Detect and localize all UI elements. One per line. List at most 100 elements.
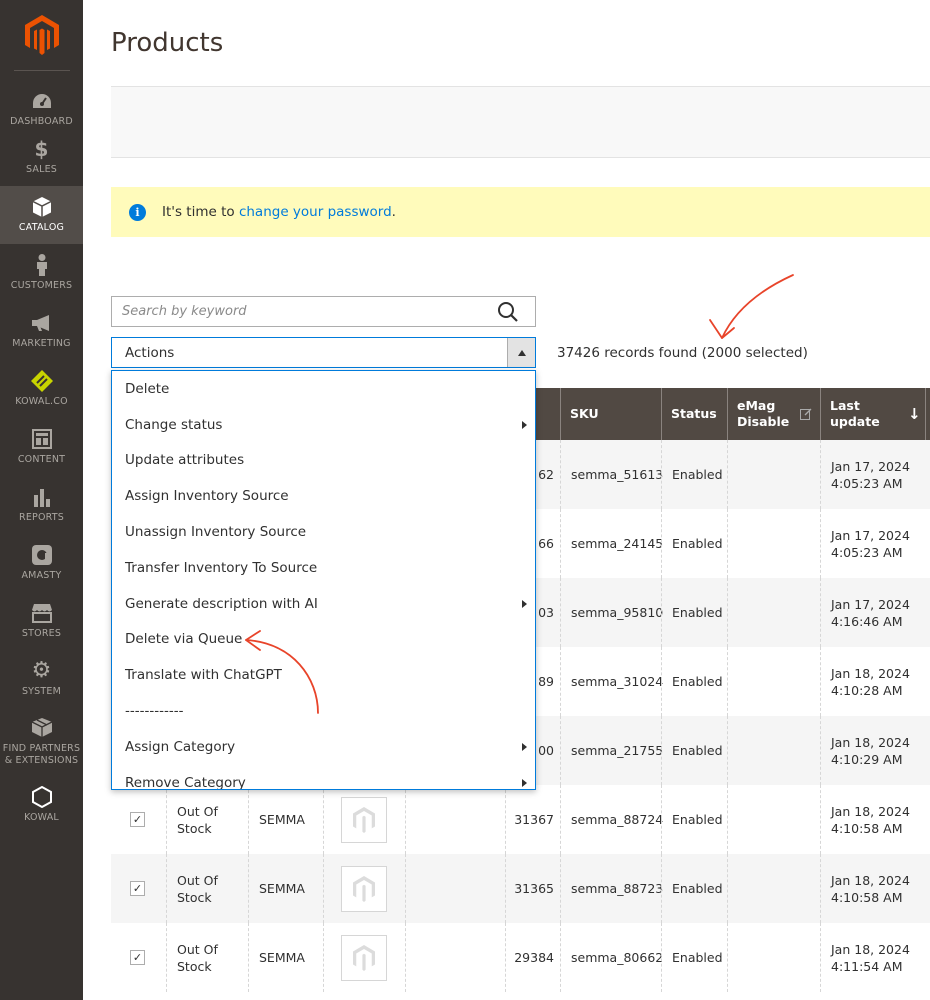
menu-item-assign-category[interactable]: Assign Category — [112, 729, 535, 765]
cell-time: 4:11:54 AM — [831, 958, 903, 974]
table-row[interactable]: ✓ Out Of Stock SEMMA 29384 semma_80662 E… — [111, 923, 930, 992]
sidebar-item-catalog[interactable]: CATALOG — [0, 186, 83, 244]
cell-stock: Out Of Stock — [166, 923, 248, 992]
sidebar-item-reports[interactable]: REPORTS — [0, 476, 83, 534]
cell-last-update: Jan 18, 2024 4:10:58 AM — [820, 785, 930, 854]
cell-select: ✓ — [111, 854, 166, 923]
cell-select: ✓ — [111, 785, 166, 854]
menu-item-translate-chatgpt[interactable]: Translate with ChatGPT — [112, 657, 535, 693]
cell-last-update: Jan 18, 2024 4:10:29 AM — [820, 716, 930, 785]
keyword-search — [111, 296, 536, 327]
menu-item-delete[interactable]: Delete — [112, 371, 535, 407]
boxes-icon — [31, 717, 53, 739]
cell-status: Enabled — [661, 578, 727, 647]
sort-desc-icon: ↓ — [908, 405, 921, 423]
sidebar-item-find-partners[interactable]: FIND PARTNERS & EXTENSIONS — [0, 707, 83, 773]
cell-date: Jan 18, 2024 — [831, 872, 910, 888]
search-button[interactable] — [497, 301, 519, 323]
info-icon: i — [129, 203, 146, 221]
sidebar-item-amasty[interactable]: AMASTY — [0, 534, 83, 592]
menu-item-change-status[interactable]: Change status — [112, 407, 535, 443]
cell-status: Enabled — [661, 785, 727, 854]
sidebar-item-content[interactable]: CONTENT — [0, 418, 83, 476]
sidebar-item-system[interactable]: ⚙ SYSTEM — [0, 650, 83, 708]
caret-up-icon — [517, 349, 526, 356]
product-thumbnail[interactable] — [341, 796, 387, 843]
page-title: Products — [111, 28, 224, 58]
edit-icon[interactable] — [800, 408, 812, 420]
sidebar-item-label: KOWAL.CO — [15, 396, 68, 407]
menu-item-generate-description-ai[interactable]: Generate description with AI — [112, 586, 535, 622]
product-thumbnail[interactable] — [341, 865, 387, 912]
cell-time: 4:10:58 AM — [831, 889, 903, 905]
sidebar-item-label: DASHBOARD — [10, 116, 73, 127]
cell-sku: semma_88723 — [560, 854, 663, 923]
notice-text: It's time to — [162, 204, 239, 220]
cell-sku: semma_51613 — [560, 440, 663, 509]
cell-last-update: Jan 18, 2024 4:10:58 AM — [820, 854, 930, 923]
cell-last-update: Jan 18, 2024 4:10:28 AM — [820, 647, 930, 716]
actions-select[interactable]: Actions — [111, 337, 536, 368]
col-emag-disable[interactable]: eMag Disable — [727, 388, 820, 440]
diamond-icon — [30, 370, 53, 392]
sidebar-item-label: KOWAL — [24, 812, 59, 823]
placeholder-image-icon — [353, 875, 375, 902]
menu-item-remove-category[interactable]: Remove Category — [112, 765, 535, 789]
sidebar-item-stores[interactable]: STORES — [0, 592, 83, 650]
cell-stock: Out Of Stock — [166, 854, 248, 923]
cell-emag — [727, 578, 820, 647]
cell-time: 4:10:29 AM — [831, 751, 903, 767]
megaphone-icon — [31, 312, 53, 334]
menu-item-unassign-inventory-source[interactable]: Unassign Inventory Source — [112, 514, 535, 550]
cube-icon — [32, 196, 51, 218]
change-password-link[interactable]: change your password — [239, 204, 392, 220]
menu-item-update-attributes[interactable]: Update attributes — [112, 443, 535, 479]
cell-emag — [727, 785, 820, 854]
magento-logo-icon — [24, 15, 59, 55]
col-last-update-label: Last update — [830, 398, 880, 429]
cell-date: Jan 18, 2024 — [831, 734, 910, 750]
cell-last-update: Jan 17, 2024 4:05:23 AM — [820, 440, 930, 509]
cell-emag — [727, 440, 820, 509]
col-sku[interactable]: SKU — [560, 388, 661, 440]
table-row[interactable]: ✓ Out Of Stock SEMMA 31365 semma_88723 E… — [111, 854, 930, 923]
menu-item-delete-via-queue[interactable]: Delete via Queue — [112, 622, 535, 658]
menu-item-label: Transfer Inventory To Source — [125, 559, 318, 576]
col-last-update[interactable]: Last update ↓ — [820, 388, 925, 440]
search-input[interactable] — [112, 297, 482, 326]
cell-name — [405, 785, 505, 854]
cell-emag — [727, 923, 820, 992]
table-row[interactable]: ✓ Out Of Stock SEMMA 31367 semma_88724 E… — [111, 785, 930, 854]
sidebar-item-kowal[interactable]: KOWAL — [0, 776, 83, 834]
cell-status: Enabled — [661, 854, 727, 923]
cell-sku: semma_21755 — [560, 716, 663, 785]
cell-date: Jan 17, 2024 — [831, 527, 910, 543]
cell-thumbnail — [323, 785, 405, 854]
cell-brand: SEMMA — [248, 854, 323, 923]
placeholder-image-icon — [353, 944, 375, 971]
sidebar-item-label: CONTENT — [17, 454, 66, 465]
sidebar-item-kowal-co[interactable]: KOWAL.CO — [0, 360, 83, 418]
search-icon — [498, 302, 518, 322]
sidebar-item-marketing[interactable]: MARKETING — [0, 302, 83, 360]
sidebar-item-label: STORES — [21, 628, 62, 639]
product-thumbnail[interactable] — [341, 934, 387, 981]
col-status[interactable]: Status — [661, 388, 727, 440]
cell-date: Jan 18, 2024 — [831, 803, 910, 819]
row-checkbox[interactable]: ✓ — [130, 812, 145, 827]
row-checkbox[interactable]: ✓ — [130, 881, 145, 896]
page-actions-bar — [111, 86, 930, 158]
row-checkbox[interactable]: ✓ — [130, 950, 145, 965]
submenu-arrow-icon — [522, 599, 527, 608]
cell-status: Enabled — [661, 440, 727, 509]
menu-item-label: ------------ — [125, 703, 184, 720]
menu-item-assign-inventory-source[interactable]: Assign Inventory Source — [112, 478, 535, 514]
actions-toggle[interactable] — [507, 338, 535, 367]
cell-id: 29384 — [505, 923, 560, 992]
cell-thumbnail — [323, 923, 405, 992]
menu-item-transfer-inventory[interactable]: Transfer Inventory To Source — [112, 550, 535, 586]
sidebar-item-customers[interactable]: CUSTOMERS — [0, 244, 83, 302]
dollar-icon: $ — [34, 137, 49, 161]
magento-logo[interactable] — [0, 0, 83, 70]
sidebar-item-sales[interactable]: $ SALES — [0, 128, 83, 186]
